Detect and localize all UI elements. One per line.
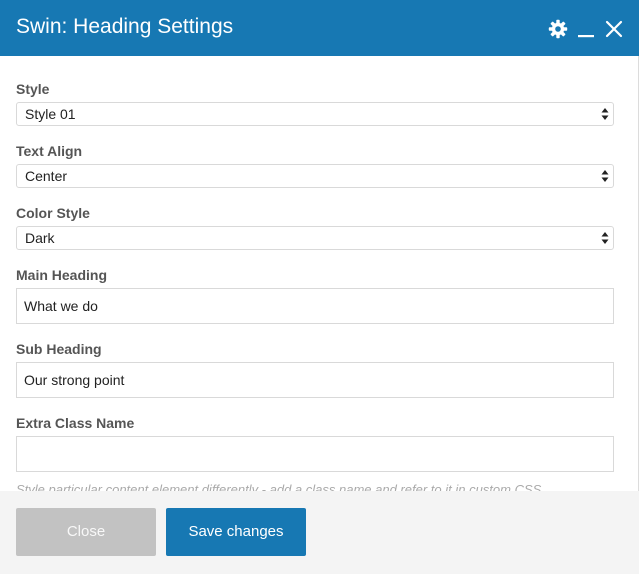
select-arrows-icon	[601, 230, 609, 246]
sub-heading-input[interactable]: Our strong point	[16, 362, 614, 398]
main-heading-label: Main Heading	[16, 267, 108, 283]
extra-class-input[interactable]	[16, 436, 614, 472]
minimize-icon	[577, 19, 595, 39]
style-label: Style	[16, 81, 50, 97]
sub-heading-label: Sub Heading	[16, 341, 102, 357]
close-icon	[605, 20, 623, 38]
gear-icon	[548, 19, 568, 39]
extra-class-hint: Style particular content element differe…	[16, 482, 545, 491]
minimize-button[interactable]	[573, 16, 599, 42]
dialog-header: Swin: Heading Settings	[0, 0, 639, 56]
style-select[interactable]: Style 01	[16, 102, 614, 126]
save-changes-button[interactable]: Save changes	[166, 508, 306, 556]
style-select-value: Style 01	[25, 106, 76, 122]
color-style-label: Color Style	[16, 205, 90, 221]
close-button[interactable]: Close	[16, 508, 156, 556]
extra-class-label: Extra Class Name	[16, 415, 135, 431]
settings-button[interactable]	[545, 16, 571, 42]
dialog-body[interactable]: Style Style 01 Text Align Center Color S…	[0, 56, 639, 491]
text-align-select-value: Center	[25, 168, 68, 184]
close-dialog-button[interactable]	[601, 16, 627, 42]
main-heading-value: What we do	[24, 298, 98, 314]
color-style-select-value: Dark	[25, 230, 55, 246]
color-style-select[interactable]: Dark	[16, 226, 614, 250]
main-heading-input[interactable]: What we do	[16, 288, 614, 324]
select-arrows-icon	[601, 168, 609, 184]
text-align-label: Text Align	[16, 143, 83, 159]
text-align-select[interactable]: Center	[16, 164, 614, 188]
sub-heading-value: Our strong point	[24, 372, 125, 388]
dialog-footer: Close Save changes	[0, 491, 639, 574]
header-controls	[543, 16, 627, 42]
select-arrows-icon	[601, 106, 609, 122]
dialog-title: Swin: Heading Settings	[16, 15, 234, 38]
